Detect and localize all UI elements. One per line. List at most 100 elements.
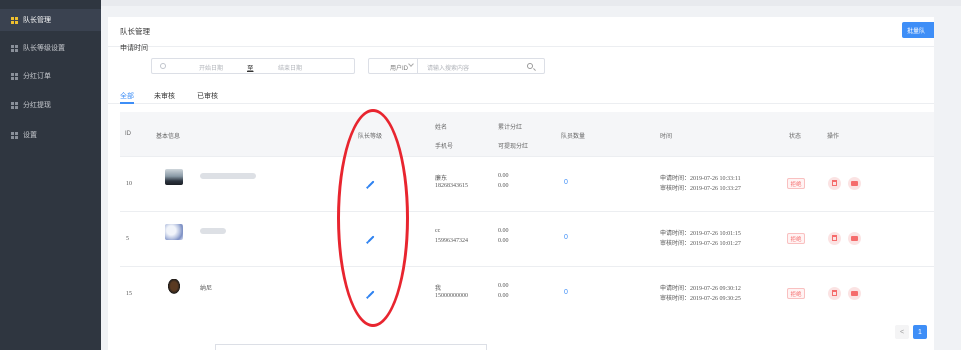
table-header: ID 基本信息 队长等级 姓名 手机号 累计分红 可提现分红 队员数量 时间 状… — [120, 112, 934, 156]
th-name: 姓名 — [435, 125, 448, 131]
row-apply-time: 申请时间：2019-07-26 10:33:11 — [660, 176, 741, 182]
search-icon[interactable] — [527, 63, 533, 69]
pagination-prev-button[interactable]: < — [895, 325, 909, 339]
sidebar-item-label: 分红订单 — [23, 73, 51, 80]
table-row: 10 廉东 18268343615 0.00 0.00 0 申请时间：2019-… — [120, 156, 934, 211]
row-id: 5 — [126, 236, 129, 242]
search-field-select[interactable]: 用户ID — [368, 58, 418, 74]
th-actions: 操作 — [827, 134, 840, 140]
row-phone: 15996347324 — [435, 238, 468, 244]
main-panel: 队长管理 批量队 申请时间 开始日期 至 结束日期 用户ID 请输入搜索内容 全… — [108, 17, 934, 350]
date-range-picker[interactable]: 开始日期 至 结束日期 — [151, 58, 355, 74]
th-members: 队员数量 — [561, 134, 586, 140]
delete-button[interactable] — [828, 232, 841, 245]
th-status: 状态 — [789, 134, 802, 140]
sidebar-item-label: 设置 — [23, 132, 37, 139]
row-audit-time: 审核时间：2019-07-26 10:33:27 — [660, 186, 741, 192]
edit-pencil-icon[interactable] — [367, 290, 375, 298]
pagination-page-1[interactable]: 1 — [913, 325, 927, 339]
avatar — [165, 169, 183, 185]
team-leader-table: ID 基本信息 队长等级 姓名 手机号 累计分红 可提现分红 队员数量 时间 状… — [120, 112, 934, 336]
apply-time-label: 申请时间 — [120, 45, 148, 52]
sidebar-item-team-leader[interactable]: 队长管理 — [0, 9, 101, 31]
select-value: 用户ID — [390, 66, 409, 72]
delete-button[interactable] — [828, 177, 841, 190]
grid-icon — [11, 44, 18, 52]
row-total: 0.00 — [498, 173, 509, 179]
avatar — [167, 279, 181, 295]
row-id: 10 — [126, 181, 132, 187]
sidebar-item-settings[interactable]: 设置 — [0, 124, 101, 146]
th-time: 时间 — [660, 134, 673, 140]
page-title: 队长管理 — [120, 27, 150, 36]
message-button[interactable] — [848, 287, 861, 300]
search-input[interactable]: 请输入搜索内容 — [417, 58, 545, 74]
date-end-input[interactable]: 结束日期 — [278, 63, 302, 72]
row-withdrawable: 0.00 — [498, 238, 509, 244]
row-name: cc — [435, 228, 441, 234]
delete-button[interactable] — [828, 287, 841, 300]
batch-add-button[interactable]: 批量队 — [902, 22, 934, 38]
tabs-divider — [108, 103, 934, 104]
tab-reviewed[interactable]: 已审核 — [197, 91, 218, 101]
trash-icon — [832, 180, 837, 186]
grid-icon — [11, 101, 18, 109]
row-total: 0.00 — [498, 283, 509, 289]
th-level: 队长等级 — [358, 134, 383, 140]
sidebar-item-label: 队长管理 — [23, 17, 51, 24]
avatar — [165, 224, 183, 240]
sidebar-item-level-settings[interactable]: 队长等级设置 — [0, 37, 101, 59]
table-row: 5 cc 15996347324 0.00 0.00 0 申请时间：2019-0… — [120, 211, 934, 266]
table-row: 15 纳尼 我 15000000000 0.00 0.00 0 申请时间：201… — [120, 266, 934, 321]
message-button[interactable] — [848, 177, 861, 190]
sidebar: 队长管理 队长等级设置 分红订单 分红提现 设置 — [0, 0, 101, 350]
row-phone: 15000000000 — [435, 293, 468, 299]
th-phone: 手机号 — [435, 144, 454, 150]
th-withdrawable: 可提现分红 — [498, 144, 529, 150]
clock-icon — [160, 63, 166, 69]
trash-icon — [832, 235, 837, 241]
row-apply-time: 申请时间：2019-07-26 09:30:12 — [660, 286, 741, 292]
th-id: ID — [125, 131, 131, 137]
row-phone: 18268343615 — [435, 183, 468, 189]
edit-pencil-icon[interactable] — [367, 235, 375, 243]
sidebar-item-label: 队长等级设置 — [23, 45, 65, 52]
sidebar-item-label: 分红提现 — [23, 102, 51, 109]
message-icon — [851, 236, 858, 241]
row-withdrawable: 0.00 — [498, 183, 509, 189]
row-total: 0.00 — [498, 228, 509, 234]
status-badge: 拒绝 — [787, 288, 805, 299]
sidebar-item-dividend-orders[interactable]: 分红订单 — [0, 65, 101, 87]
row-id: 15 — [126, 291, 132, 297]
trash-icon — [832, 290, 837, 296]
divider — [108, 46, 934, 47]
tab-all[interactable]: 全部 — [120, 91, 134, 101]
grid-icon — [11, 72, 18, 80]
date-start-input[interactable]: 开始日期 — [199, 63, 223, 72]
row-withdrawable: 0.00 — [498, 293, 509, 299]
nickname-blurred — [200, 173, 256, 179]
tab-unreviewed[interactable]: 未审核 — [154, 91, 175, 101]
tab-active-indicator — [120, 102, 134, 104]
status-badge: 拒绝 — [787, 178, 805, 189]
row-apply-time: 申请时间：2019-07-26 10:01:15 — [660, 231, 741, 237]
message-icon — [851, 181, 858, 186]
bottom-panel — [215, 344, 487, 350]
search-placeholder: 请输入搜索内容 — [427, 66, 470, 72]
grid-icon — [11, 16, 18, 24]
row-name: 廉东 — [435, 176, 448, 182]
member-count-link[interactable]: 0 — [564, 234, 568, 241]
sidebar-item-dividend-withdraw[interactable]: 分红提现 — [0, 94, 101, 116]
row-audit-time: 审核时间：2019-07-26 09:30:25 — [660, 296, 741, 302]
top-strip — [101, 0, 961, 6]
row-nickname: 纳尼 — [200, 286, 213, 292]
nickname-blurred — [200, 228, 226, 234]
th-basic-info: 基本信息 — [156, 134, 181, 140]
message-icon — [851, 291, 858, 296]
member-count-link[interactable]: 0 — [564, 179, 568, 186]
row-audit-time: 审核时间：2019-07-26 10:01:27 — [660, 241, 741, 247]
th-total-dividend: 累计分红 — [498, 125, 523, 131]
member-count-link[interactable]: 0 — [564, 289, 568, 296]
message-button[interactable] — [848, 232, 861, 245]
edit-pencil-icon[interactable] — [367, 180, 375, 188]
